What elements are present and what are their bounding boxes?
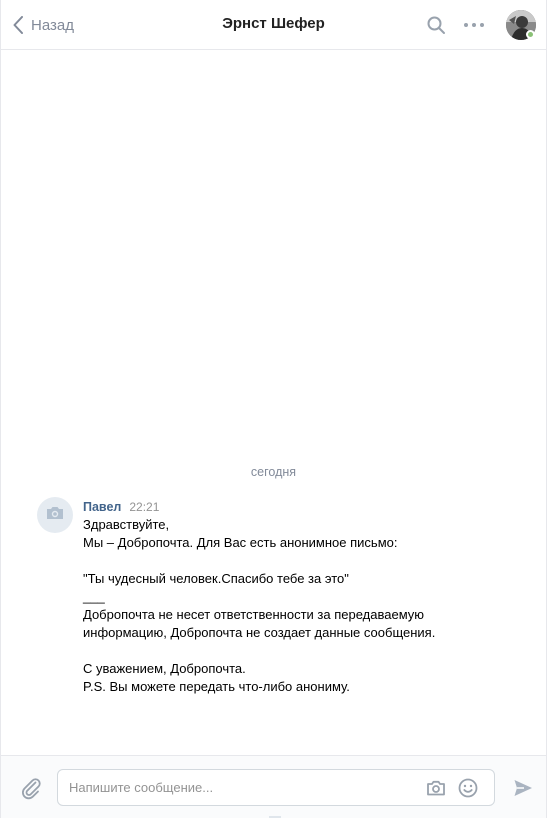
message-line: Добропочта не несет ответственности за п… bbox=[83, 607, 425, 622]
back-button[interactable]: Назад bbox=[13, 13, 74, 37]
camera-icon bbox=[45, 505, 65, 526]
chat-window: Назад Эрнст Шефер сегодня Павел 22:21 Зд… bbox=[0, 0, 547, 818]
search-icon[interactable] bbox=[424, 13, 448, 37]
message-line bbox=[83, 552, 523, 570]
message-line: "Ты чудесный человек.Спасибо тебе за это… bbox=[83, 571, 349, 586]
message-line: информацию, Добропочта не создает данные… bbox=[83, 625, 436, 640]
send-icon[interactable] bbox=[511, 776, 535, 800]
resize-handle[interactable] bbox=[269, 809, 281, 818]
message-line: P.S. Вы можете передать что-либо анониму… bbox=[83, 679, 350, 694]
paperclip-icon[interactable] bbox=[19, 776, 43, 800]
date-divider: сегодня bbox=[250, 465, 297, 479]
message-header: Павел 22:21 bbox=[83, 500, 159, 514]
chevron-left-icon bbox=[13, 16, 23, 34]
message-input[interactable] bbox=[69, 770, 409, 805]
message-author[interactable]: Павел bbox=[83, 500, 121, 514]
message-text: Здравствуйте, Мы – Добропочта. Для Вас е… bbox=[83, 516, 523, 696]
message-line: ___ bbox=[83, 589, 105, 604]
message-line: Мы – Добропочта. Для Вас есть анонимное … bbox=[83, 535, 398, 550]
message-line bbox=[83, 642, 523, 660]
back-label: Назад bbox=[31, 16, 74, 34]
message-line: Здравствуйте, bbox=[83, 517, 170, 532]
online-status-indicator bbox=[526, 30, 535, 39]
sender-avatar[interactable] bbox=[37, 497, 73, 533]
chat-header: Назад Эрнст Шефер bbox=[1, 0, 546, 50]
message-input-box bbox=[57, 769, 495, 806]
message-time[interactable]: 22:21 bbox=[129, 500, 159, 514]
camera-icon[interactable] bbox=[424, 776, 448, 800]
more-horizontal-icon[interactable] bbox=[462, 13, 486, 37]
smile-icon[interactable] bbox=[456, 776, 480, 800]
message-line: С уважением, Добропочта. bbox=[83, 661, 246, 676]
